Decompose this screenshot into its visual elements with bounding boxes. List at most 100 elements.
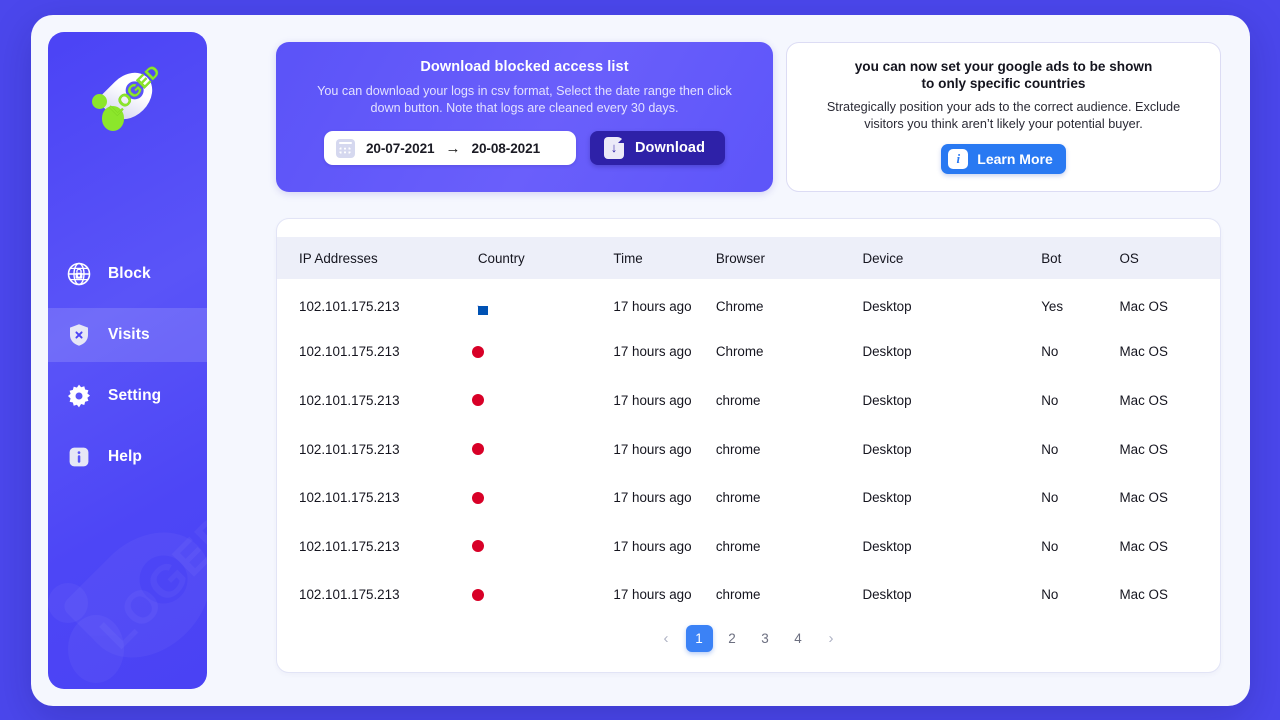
pagination-page-1[interactable]: 1	[686, 625, 713, 652]
logo-watermark-text: LOGED	[89, 502, 207, 659]
date-range-picker[interactable]: 20-07-2021 → 20-08-2021	[324, 131, 576, 165]
table-row[interactable]: 102.101.175.21317 hours agochromeDesktop…	[277, 425, 1220, 474]
info-icon: i	[948, 149, 968, 169]
cell-bot: No	[1041, 425, 1119, 474]
column-header-country[interactable]: Country	[478, 237, 614, 279]
table-body: 102.101.175.21317 hours agoChromeDesktop…	[277, 279, 1220, 619]
globe-lock-icon	[65, 260, 93, 288]
visits-table-card: IP Addresses Country Time Browser Device…	[276, 218, 1221, 673]
app-logo: LOGED	[48, 70, 207, 142]
cell-ip: 102.101.175.213	[277, 376, 478, 425]
table-row[interactable]: 102.101.175.21317 hours agochromeDesktop…	[277, 571, 1220, 620]
sidebar-item-label: Help	[108, 448, 142, 466]
pagination-page-4[interactable]: 4	[785, 625, 812, 652]
cell-os: Mac OS	[1120, 571, 1220, 620]
cell-browser: chrome	[716, 473, 863, 522]
cell-os: Mac OS	[1120, 473, 1220, 522]
sidebar-item-label: Block	[108, 265, 151, 283]
sidebar-item-help[interactable]: Help	[48, 430, 207, 484]
sidebar-item-setting[interactable]: Setting	[48, 369, 207, 423]
table-header-row: IP Addresses Country Time Browser Device…	[277, 237, 1220, 279]
pagination: ‹ 1 2 3 4 ›	[277, 625, 1220, 652]
gear-icon	[65, 382, 93, 410]
cell-ip: 102.101.175.213	[277, 328, 478, 377]
cell-bot: No	[1041, 473, 1119, 522]
download-card-title: Download blocked access list	[298, 59, 751, 75]
pagination-page-3[interactable]: 3	[752, 625, 779, 652]
ads-card-title: you can now set your google ads to be sh…	[809, 58, 1198, 92]
cell-time: 17 hours ago	[613, 571, 715, 620]
column-header-browser[interactable]: Browser	[716, 237, 863, 279]
cell-os: Mac OS	[1120, 522, 1220, 571]
sidebar-item-label: Setting	[108, 387, 161, 405]
cell-os: Mac OS	[1120, 376, 1220, 425]
column-header-time[interactable]: Time	[613, 237, 715, 279]
cell-bot: No	[1041, 376, 1119, 425]
pagination-page-2[interactable]: 2	[719, 625, 746, 652]
cell-country	[478, 571, 614, 620]
table-row[interactable]: 102.101.175.21317 hours agochromeDesktop…	[277, 473, 1220, 522]
download-controls: 20-07-2021 → 20-08-2021 Download	[298, 131, 751, 165]
visits-table: IP Addresses Country Time Browser Device…	[277, 237, 1220, 619]
sidebar-item-visits[interactable]: Visits	[48, 308, 207, 362]
cell-device: Desktop	[862, 328, 1041, 377]
info-icon	[65, 443, 93, 471]
cell-browser: chrome	[716, 425, 863, 474]
app-window: LOGED Block	[31, 15, 1250, 706]
cell-device: Desktop	[862, 279, 1041, 328]
cell-country	[478, 279, 614, 328]
ads-card-title-line1: you can now set your google ads to be sh…	[809, 58, 1198, 75]
cell-ip: 102.101.175.213	[277, 425, 478, 474]
cell-time: 17 hours ago	[613, 473, 715, 522]
download-button[interactable]: Download	[590, 131, 725, 165]
cell-bot: No	[1041, 328, 1119, 377]
table-row[interactable]: 102.101.175.21317 hours agoChromeDesktop…	[277, 328, 1220, 377]
ads-card-title-line2: to only specific countries	[809, 75, 1198, 92]
sidebar-item-block[interactable]: Block	[48, 247, 207, 301]
cell-browser: Chrome	[716, 279, 863, 328]
table-header: IP Addresses Country Time Browser Device…	[277, 237, 1220, 279]
cell-time: 17 hours ago	[613, 328, 715, 377]
column-header-os[interactable]: OS	[1120, 237, 1220, 279]
download-button-label: Download	[635, 140, 705, 156]
cell-device: Desktop	[862, 522, 1041, 571]
logo-watermark: LOGED	[48, 517, 207, 689]
learn-more-button-label: Learn More	[977, 151, 1052, 167]
cell-ip: 102.101.175.213	[277, 571, 478, 620]
date-to-value[interactable]: 20-08-2021	[472, 141, 541, 156]
cell-ip: 102.101.175.213	[277, 522, 478, 571]
pagination-next-button[interactable]: ›	[818, 625, 845, 652]
cell-country	[478, 376, 614, 425]
table-row[interactable]: 102.101.175.21317 hours agochromeDesktop…	[277, 522, 1220, 571]
cell-country	[478, 473, 614, 522]
cell-ip: 102.101.175.213	[277, 473, 478, 522]
sidebar-nav: Block Visits Setting	[48, 247, 207, 491]
table-row[interactable]: 102.101.175.213 17 hours agochromeDesktop…	[277, 376, 1220, 425]
file-download-icon	[604, 137, 624, 159]
cell-bot: No	[1041, 522, 1119, 571]
cell-device: Desktop	[862, 376, 1041, 425]
cell-browser: chrome	[716, 376, 863, 425]
logo-dot-small-icon	[92, 94, 107, 109]
download-card-description: You can download your logs in csv format…	[298, 83, 751, 117]
column-header-bot[interactable]: Bot	[1041, 237, 1119, 279]
cell-country	[478, 328, 614, 377]
top-cards-row: Download blocked access list You can dow…	[276, 42, 1221, 192]
learn-more-button[interactable]: i Learn More	[941, 144, 1065, 174]
column-header-ip[interactable]: IP Addresses	[277, 237, 478, 279]
date-from-value[interactable]: 20-07-2021	[366, 141, 435, 156]
calendar-icon	[336, 139, 355, 158]
pagination-prev-button[interactable]: ‹	[653, 625, 680, 652]
cell-bot: No	[1041, 571, 1119, 620]
cell-country	[478, 425, 614, 474]
shield-x-icon	[65, 321, 93, 349]
column-header-device[interactable]: Device	[862, 237, 1041, 279]
cell-country	[478, 522, 614, 571]
cell-os: Mac OS	[1120, 425, 1220, 474]
ads-card-description: Strategically position your ads to the c…	[809, 99, 1198, 133]
main-content: Download blocked access list You can dow…	[207, 15, 1250, 706]
cell-device: Desktop	[862, 425, 1041, 474]
cell-time: 17 hours ago	[613, 376, 715, 425]
sidebar: LOGED Block	[48, 32, 207, 689]
table-row[interactable]: 102.101.175.21317 hours agoChromeDesktop…	[277, 279, 1220, 328]
